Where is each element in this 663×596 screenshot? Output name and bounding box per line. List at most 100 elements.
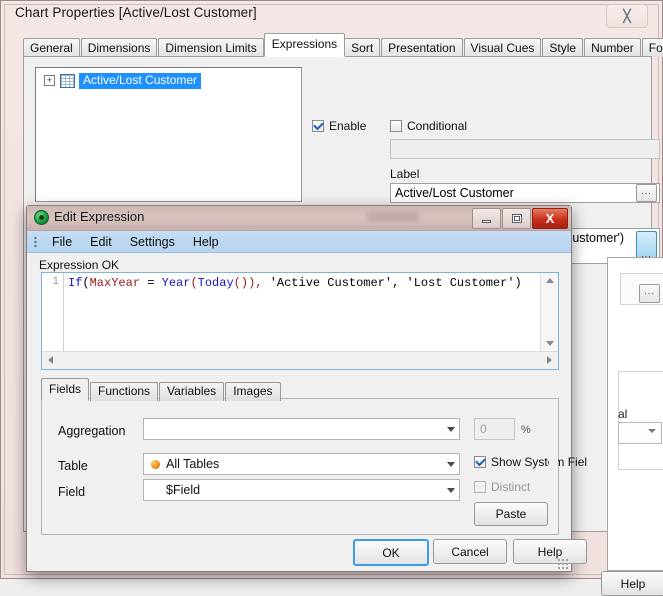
tab-font[interactable]: Font	[641, 38, 663, 57]
show-system-fields-checkbox[interactable]	[474, 456, 486, 468]
close-icon[interactable]: ╳	[606, 4, 648, 28]
table-icon	[60, 73, 75, 88]
code-token-paren1: (	[82, 276, 90, 290]
conditional-label: Conditional	[407, 119, 468, 133]
help-button[interactable]: Help	[513, 539, 587, 564]
maximize-icon[interactable]	[502, 208, 531, 229]
field-label: Field	[58, 485, 86, 499]
table-value: All Tables	[166, 457, 220, 471]
tab-number[interactable]: Number	[584, 38, 641, 57]
enable-checkbox-row[interactable]: Enable	[312, 119, 366, 133]
chevron-down-icon	[442, 487, 459, 493]
aggregation-select[interactable]	[143, 418, 460, 440]
qlikview-icon	[34, 210, 49, 225]
percent-input[interactable]: 0	[474, 418, 515, 440]
enable-label: Enable	[329, 119, 367, 133]
label-ellipsis-button[interactable]: ...	[636, 184, 657, 202]
chart-properties-title: Chart Properties [Active/Lost Customer]	[15, 5, 257, 20]
edit-expression-titlebar[interactable]: Edit Expression X	[27, 206, 571, 231]
tab-variables[interactable]: Variables	[159, 382, 225, 401]
edit-expression-tabstrip: Fields Functions Variables Images	[41, 378, 282, 401]
code-token-strings: 'Active Customer', 'Lost Customer')	[269, 276, 522, 290]
code-token-closeparens: ()),	[233, 276, 270, 290]
conditional-checkbox[interactable]	[390, 120, 402, 132]
tab-expressions[interactable]: Expressions	[263, 33, 346, 57]
close-icon[interactable]: X	[532, 208, 568, 229]
tab-images[interactable]: Images	[225, 382, 281, 401]
minimize-icon[interactable]	[472, 208, 501, 229]
distinct-row[interactable]: Distinct	[474, 480, 530, 494]
cancel-button[interactable]: Cancel	[433, 539, 507, 564]
chevron-down-icon	[442, 426, 459, 432]
tab-visual-cues[interactable]: Visual Cues	[463, 38, 542, 57]
menu-file[interactable]: File	[43, 232, 81, 252]
aggregation-label: Aggregation	[58, 424, 126, 438]
tab-fields[interactable]: Fields	[41, 378, 90, 401]
tab-dimension-limits[interactable]: Dimension Limits	[158, 38, 264, 57]
tab-general[interactable]: General	[23, 38, 80, 57]
scroll-up-icon[interactable]	[541, 273, 558, 288]
edit-expression-dialog: Edit Expression X File Edit Settings Hel…	[26, 205, 587, 572]
paste-button[interactable]: Paste	[474, 502, 548, 526]
titlebar-ghost-text	[367, 212, 419, 221]
expression-code-text[interactable]: If(MaxYear = Year(Today()), 'Active Cust…	[68, 276, 538, 290]
scroll-left-icon[interactable]	[42, 352, 59, 368]
window-controls: X	[471, 208, 568, 229]
tab-presentation[interactable]: Presentation	[381, 38, 463, 57]
show-system-fields-label: Show System Fiel	[491, 455, 588, 469]
tree-item-active-lost-customer[interactable]: + Active/Lost Customer	[44, 72, 301, 89]
code-token-maxyear: MaxYear	[89, 276, 141, 290]
menu-help[interactable]: Help	[184, 232, 228, 252]
background-ellipsis-button[interactable]: ...	[639, 284, 660, 303]
code-token-eq: =	[140, 276, 162, 290]
editor-horizontal-scrollbar[interactable]	[42, 351, 558, 369]
chart-properties-help-button[interactable]: Help	[601, 571, 663, 596]
chevron-down-icon	[442, 461, 459, 467]
ok-button[interactable]: OK	[353, 539, 429, 566]
fields-panel: Aggregation 0 % Table All Tables Field $…	[41, 398, 587, 535]
chevron-down-icon	[648, 429, 656, 433]
label-input-value: Active/Lost Customer	[395, 186, 514, 200]
expression-status-text: Expression OK	[39, 258, 120, 272]
label-caption: Label	[390, 167, 420, 181]
screen-root: Chart Properties [Active/Lost Customer] …	[0, 0, 663, 596]
edit-expression-footer: OK Cancel Help	[27, 539, 587, 566]
field-value: $Field	[166, 483, 201, 497]
chart-properties-tabstrip: General Dimensions Dimension Limits Expr…	[23, 33, 663, 57]
distinct-label: Distinct	[491, 480, 531, 494]
table-label: Table	[58, 459, 88, 473]
table-select[interactable]: All Tables	[143, 453, 460, 475]
code-token-today: Today	[197, 276, 234, 290]
edit-expression-title: Edit Expression	[54, 209, 145, 224]
expand-plus-icon[interactable]: +	[44, 75, 55, 86]
background-groupbox-combo[interactable]	[618, 422, 662, 444]
scroll-down-icon[interactable]	[541, 336, 558, 351]
menu-settings[interactable]: Settings	[121, 232, 184, 252]
background-groupbox-label: al	[618, 407, 628, 421]
panel-right-clip	[549, 399, 558, 534]
expression-tree[interactable]: + Active/Lost Customer	[35, 67, 302, 202]
conditional-input[interactable]	[390, 139, 660, 159]
menu-edit[interactable]: Edit	[81, 232, 121, 252]
conditional-checkbox-row[interactable]: Conditional	[390, 119, 467, 133]
editor-vertical-scrollbar[interactable]	[540, 273, 558, 351]
tab-dimensions[interactable]: Dimensions	[80, 38, 158, 57]
edit-expression-menubar: File Edit Settings Help	[27, 231, 571, 253]
table-bullet-icon	[151, 459, 160, 469]
tree-item-label: Active/Lost Customer	[79, 72, 202, 89]
enable-checkbox[interactable]	[312, 120, 324, 132]
percent-sign-label: %	[521, 424, 531, 436]
field-select[interactable]: $Field	[143, 479, 460, 501]
label-input[interactable]: Active/Lost Customer ...	[390, 183, 660, 203]
expression-editor[interactable]: 1 If(MaxYear = Year(Today()), 'Active Cu…	[41, 272, 559, 370]
tab-style[interactable]: Style	[542, 38, 584, 57]
editor-line-numbers: 1	[42, 273, 64, 351]
tab-functions[interactable]: Functions	[90, 382, 159, 401]
tab-sort[interactable]: Sort	[344, 38, 381, 57]
resize-grip-icon[interactable]	[557, 558, 568, 569]
code-token-year: Year	[161, 276, 191, 290]
show-system-fields-row[interactable]: Show System Fiel	[474, 455, 587, 469]
scroll-right-icon[interactable]	[541, 352, 558, 368]
distinct-checkbox	[474, 481, 486, 493]
menubar-grip-icon[interactable]	[34, 235, 37, 248]
